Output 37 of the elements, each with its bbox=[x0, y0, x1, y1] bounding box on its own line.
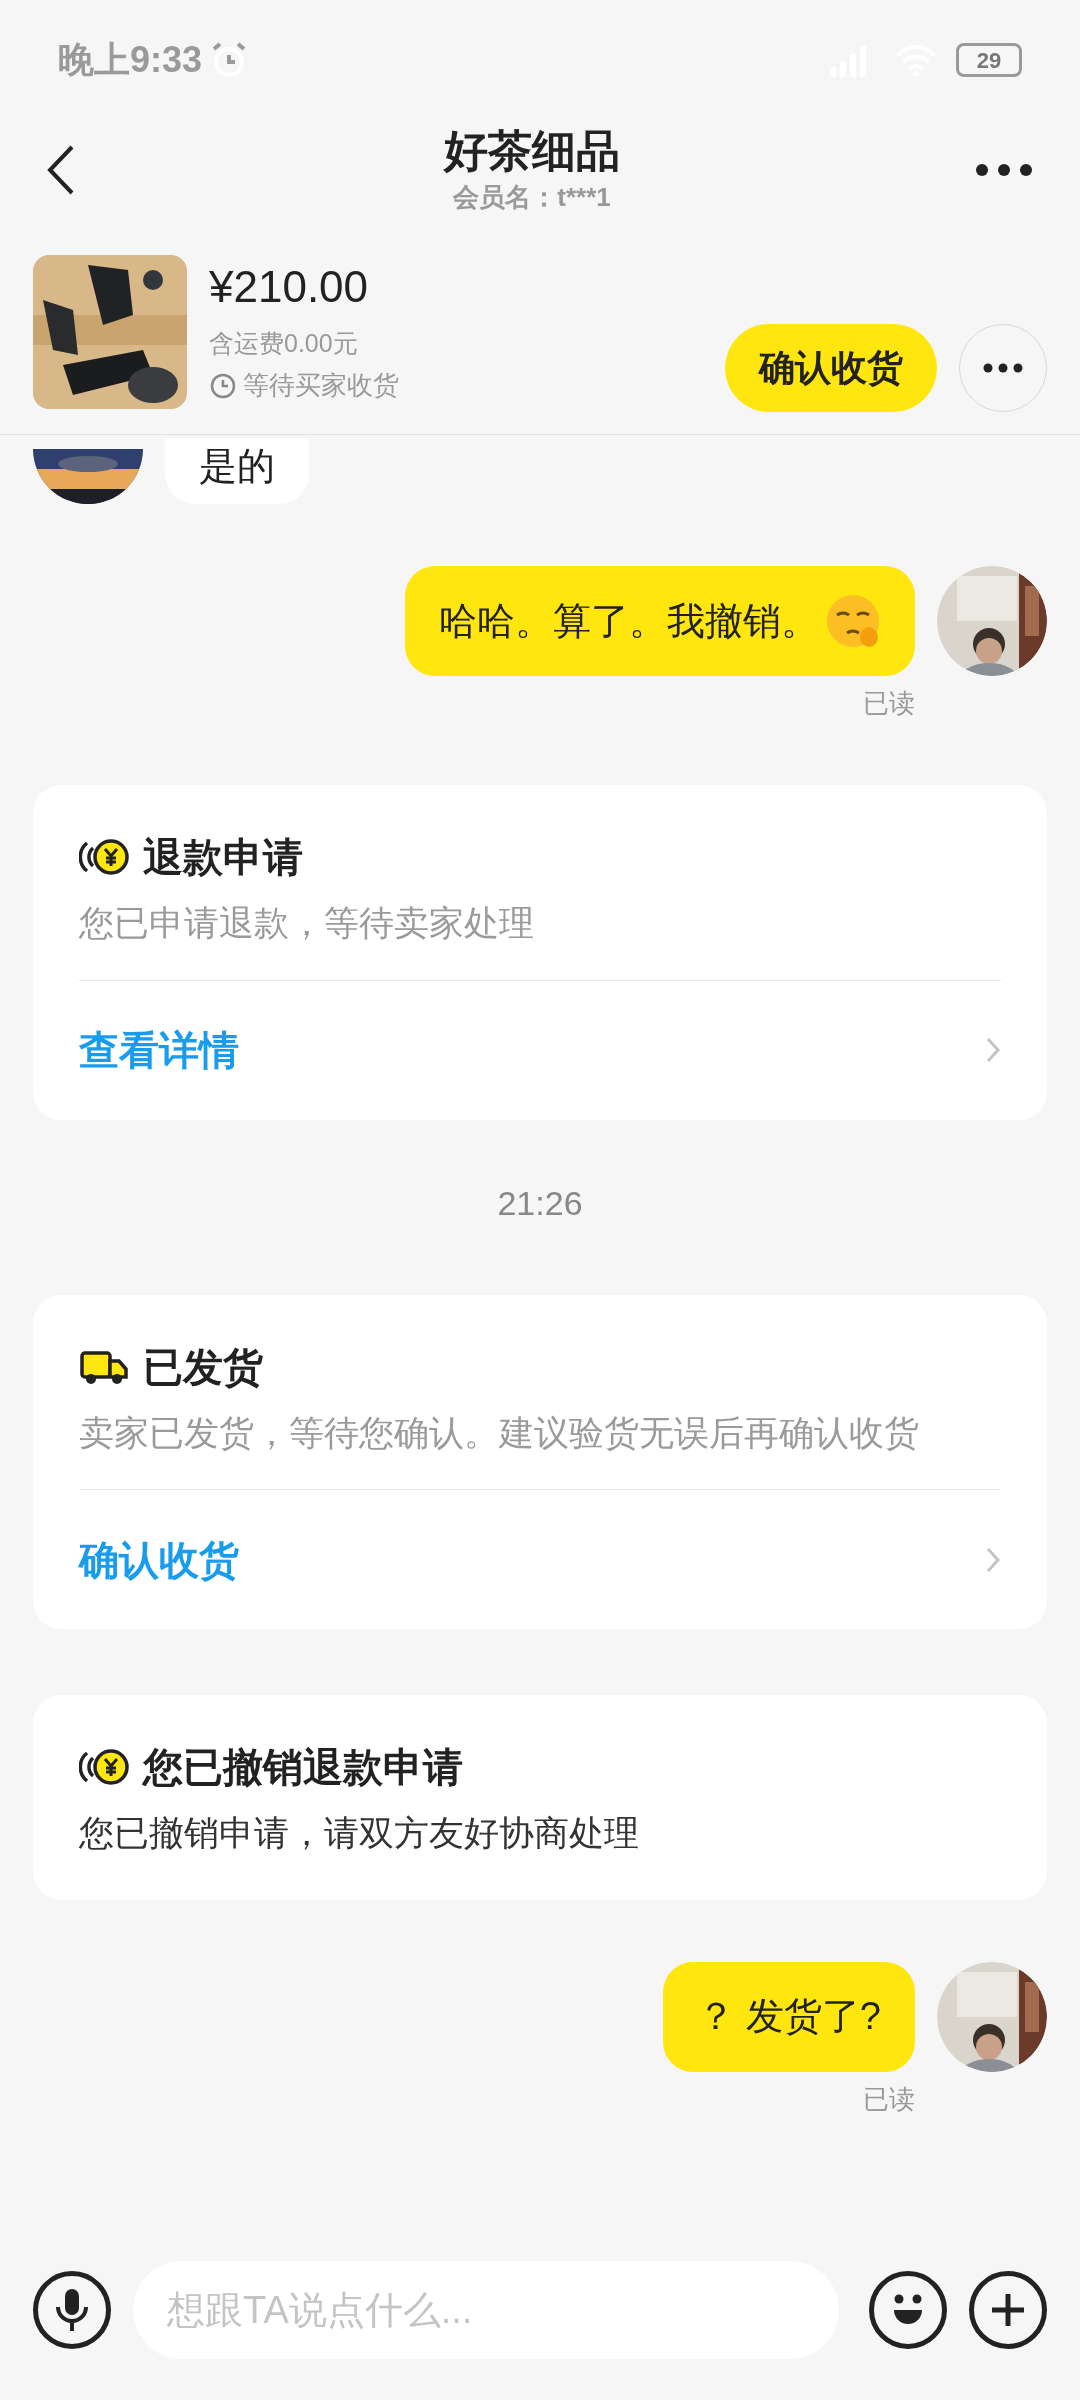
more-icon bbox=[983, 363, 1023, 373]
back-icon bbox=[46, 144, 76, 196]
read-receipt: 已读 bbox=[863, 2082, 915, 2116]
order-status: 等待买家收货 bbox=[243, 369, 399, 403]
read-receipt: 已读 bbox=[863, 687, 915, 720]
card-link[interactable]: 确认收货 bbox=[79, 1529, 239, 1590]
order-price: ¥210.00 bbox=[209, 260, 370, 313]
battery-indicator: 29 bbox=[956, 43, 1022, 77]
refund-icon bbox=[79, 837, 129, 877]
more-icon bbox=[975, 163, 1033, 177]
card-text: 您已撤销申请，请双方友好协商处理 bbox=[79, 1812, 640, 1854]
message-bubble: 哈哈。算了。我撤销。 bbox=[405, 566, 915, 676]
chevron-right-icon bbox=[985, 1036, 1001, 1064]
confirm-receipt-button[interactable]: 确认收货 bbox=[725, 324, 937, 412]
chevron-right-icon bbox=[985, 1545, 1001, 1574]
message-input[interactable]: 想跟TA说点什么... bbox=[133, 2261, 839, 2359]
emoji-button[interactable] bbox=[869, 2271, 947, 2349]
card-title: 您已撤销退款申请 bbox=[143, 1744, 463, 1791]
message-bubble: 是的 bbox=[165, 438, 309, 504]
status-time: 晚上9:33 bbox=[58, 38, 203, 82]
card-title: 已发货 bbox=[143, 1343, 263, 1391]
clock-icon bbox=[209, 371, 237, 400]
member-name: 会员名：t***1 bbox=[453, 180, 611, 214]
card-text: 卖家已发货，等待您确认。建议验货无误后再确认收货 bbox=[79, 1411, 920, 1454]
plus-icon bbox=[989, 2291, 1027, 2329]
card-text: 您已申请退款，等待卖家处理 bbox=[79, 902, 535, 944]
card-title: 退款申请 bbox=[143, 834, 303, 881]
refund-icon bbox=[79, 1747, 129, 1787]
card-link[interactable]: 查看详情 bbox=[79, 1020, 239, 1080]
unamused-face-icon bbox=[825, 593, 881, 649]
message-bubble: ？ 发货了? bbox=[663, 1961, 915, 2072]
timestamp: 21:26 bbox=[497, 1182, 583, 1224]
microphone-icon bbox=[54, 2287, 90, 2333]
voice-button[interactable] bbox=[33, 2271, 111, 2349]
add-button[interactable] bbox=[969, 2271, 1047, 2349]
chat-title: 好茶细品 bbox=[444, 124, 620, 177]
shipping-fee: 含运费0.00元 bbox=[209, 327, 359, 359]
